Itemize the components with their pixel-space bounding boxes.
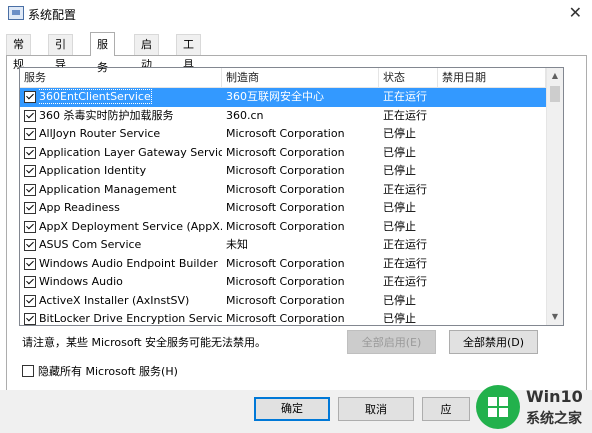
column-header-date-disabled[interactable]: 禁用日期 — [438, 68, 546, 87]
hide-ms-checkbox[interactable] — [22, 365, 34, 377]
list-item[interactable]: Windows Audio Microsoft Corporation 正在运行 — [20, 273, 546, 292]
service-name: App Readiness — [39, 201, 120, 214]
service-name: BitLocker Drive Encryption Service — [39, 312, 222, 325]
service-checkbox[interactable] — [24, 91, 36, 103]
service-status: 已停止 — [383, 293, 416, 307]
window-title: 系统配置 — [28, 8, 77, 22]
service-status: 已停止 — [383, 164, 416, 177]
service-status: 正在运行 — [383, 90, 427, 103]
hide-ms-label: 隐藏所有 Microsoft 服务(H) — [38, 365, 178, 378]
tab-tools[interactable]: 工具 — [176, 34, 201, 71]
enable-all-button[interactable]: 全部启用(E) — [347, 330, 436, 354]
scroll-up-icon[interactable]: ▲ — [547, 68, 563, 84]
service-name: AllJoyn Router Service — [39, 127, 161, 140]
service-status: 已停止 — [383, 219, 416, 233]
list-item[interactable]: Application Management Microsoft Corporat… — [20, 181, 546, 200]
service-status: 正在运行 — [383, 238, 427, 251]
service-status: 已停止 — [383, 145, 416, 159]
security-note: 请注意，某些 Microsoft 安全服务可能无法禁用。 — [22, 336, 267, 349]
service-name: Windows Audio — [39, 275, 123, 288]
scroll-down-icon[interactable]: ▼ — [547, 309, 563, 325]
apply-button[interactable]: 应 — [422, 397, 470, 421]
service-name: Application Identity — [39, 164, 147, 177]
windows-logo-icon — [476, 385, 520, 429]
tab-services[interactable]: 服务 — [90, 32, 115, 74]
service-manufacturer: Microsoft Corporation — [226, 164, 345, 177]
service-manufacturer: Microsoft Corporation — [226, 219, 345, 233]
service-manufacturer: Microsoft Corporation — [226, 182, 345, 196]
service-name: ASUS Com Service — [39, 238, 142, 251]
close-icon[interactable]: ✕ — [569, 3, 582, 22]
list-item[interactable]: 360 杀毒实时防护加载服务 360.cn 正在运行 — [20, 107, 546, 126]
service-manufacturer: 未知 — [226, 238, 248, 251]
title-bar: 系统配置 ✕ — [0, 0, 592, 28]
column-header-status[interactable]: 状态 — [379, 68, 438, 87]
service-checkbox[interactable] — [24, 220, 36, 233]
disable-all-button[interactable]: 全部禁用(D) — [449, 330, 538, 354]
watermark: Win10 系统之家 — [470, 383, 592, 433]
list-item[interactable]: Application Layer Gateway Service Microso… — [20, 144, 546, 163]
cancel-button[interactable]: 取消 — [338, 397, 414, 421]
column-header-manufacturer[interactable]: 制造商 — [222, 68, 379, 87]
service-checkbox[interactable] — [24, 128, 36, 140]
list-item[interactable]: AllJoyn Router Service Microsoft Corporat… — [20, 125, 546, 144]
list-item[interactable]: Application Identity Microsoft Corporatio… — [20, 162, 546, 181]
vertical-scrollbar[interactable]: ▲ ▼ — [546, 68, 563, 325]
service-manufacturer: Microsoft Corporation — [226, 127, 345, 140]
list-item[interactable]: ActiveX Installer (AxInstSV) Microsoft Co… — [20, 292, 546, 311]
service-name: 360 杀毒实时防护加载服务 — [39, 108, 174, 122]
service-status: 正在运行 — [383, 275, 427, 288]
service-name: Application Management — [39, 182, 177, 196]
service-manufacturer: 360.cn — [226, 108, 264, 122]
tab-boot[interactable]: 引导 — [48, 34, 73, 71]
watermark-line2: 系统之家 — [526, 411, 582, 427]
service-status: 已停止 — [383, 201, 416, 214]
scroll-thumb[interactable] — [550, 86, 560, 102]
service-name: ActiveX Installer (AxInstSV) — [39, 293, 190, 307]
service-checkbox[interactable] — [24, 165, 36, 177]
watermark-line1: Win10 — [526, 387, 583, 406]
services-list[interactable]: 服务 制造商 状态 禁用日期 360EntClientService 360互联网… — [19, 67, 564, 326]
service-status: 正在运行 — [383, 108, 427, 122]
service-checkbox[interactable] — [24, 313, 36, 325]
service-checkbox[interactable] — [24, 146, 36, 159]
service-manufacturer: 360互联网安全中心 — [226, 90, 324, 103]
service-checkbox[interactable] — [24, 239, 36, 251]
service-manufacturer: Microsoft Corporation — [226, 275, 345, 288]
service-checkbox[interactable] — [24, 183, 36, 196]
service-checkbox[interactable] — [24, 202, 36, 214]
service-status: 已停止 — [383, 127, 416, 140]
service-name: AppX Deployment Service (AppX... — [39, 219, 222, 233]
service-manufacturer: Microsoft Corporation — [226, 256, 345, 270]
list-item[interactable]: App Readiness Microsoft Corporation 已停止 — [20, 199, 546, 218]
msconfig-icon — [8, 6, 24, 20]
tab-general[interactable]: 常规 — [6, 34, 31, 71]
service-checkbox[interactable] — [24, 276, 36, 288]
ok-button[interactable]: 确定 — [254, 397, 330, 421]
service-name: 360EntClientService — [39, 89, 152, 104]
list-item[interactable]: Windows Audio Endpoint Builder Microsoft … — [20, 255, 546, 274]
service-status: 正在运行 — [383, 182, 427, 196]
list-item[interactable]: 360EntClientService 360互联网安全中心 正在运行 — [20, 88, 546, 107]
service-manufacturer: Microsoft Corporation — [226, 145, 345, 159]
list-item[interactable]: ASUS Com Service 未知 正在运行 — [20, 236, 546, 255]
service-status: 正在运行 — [383, 256, 427, 270]
service-name: Application Layer Gateway Service — [39, 145, 222, 159]
service-name: Windows Audio Endpoint Builder — [39, 256, 218, 270]
list-item[interactable]: BitLocker Drive Encryption Service Micros… — [20, 310, 546, 325]
list-item[interactable]: AppX Deployment Service (AppX... Microsof… — [20, 218, 546, 237]
service-manufacturer: Microsoft Corporation — [226, 312, 345, 325]
column-header-service[interactable]: 服务 — [20, 68, 222, 87]
service-manufacturer: Microsoft Corporation — [226, 293, 345, 307]
service-checkbox[interactable] — [24, 257, 36, 270]
service-manufacturer: Microsoft Corporation — [226, 201, 345, 214]
service-checkbox[interactable] — [24, 294, 36, 307]
service-checkbox[interactable] — [24, 109, 36, 122]
tab-startup[interactable]: 启动 — [134, 34, 159, 71]
service-status: 已停止 — [383, 312, 416, 325]
